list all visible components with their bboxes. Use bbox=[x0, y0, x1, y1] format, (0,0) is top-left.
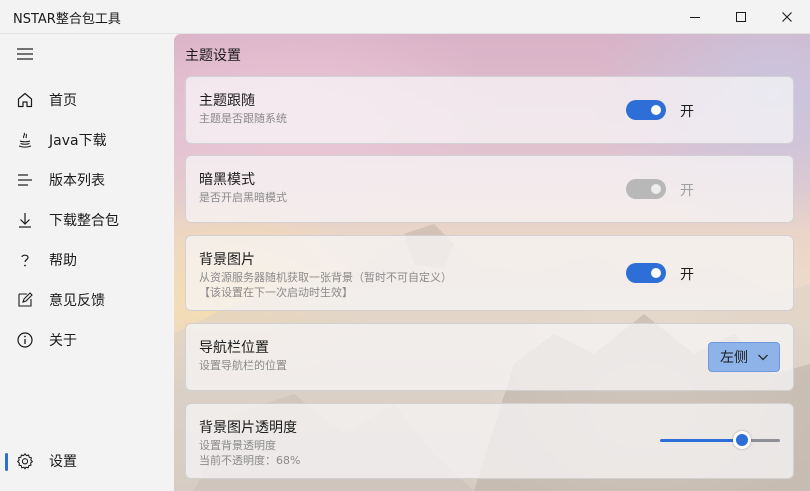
toggle-state-label: 开 bbox=[680, 183, 694, 199]
sidebar-item-settings[interactable]: 设置 bbox=[4, 443, 170, 479]
menu-toggle-button[interactable] bbox=[10, 42, 40, 66]
sidebar-item-java[interactable]: Java下载 bbox=[4, 122, 170, 158]
minimize-icon bbox=[690, 16, 700, 18]
window-title: NSTAR整合包工具 bbox=[13, 12, 121, 27]
sidebar-item-label: 帮助 bbox=[49, 253, 77, 269]
sidebar-item-feedback[interactable]: 意见反馈 bbox=[4, 282, 170, 318]
toggle-state-label: 开 bbox=[680, 267, 694, 283]
settings-panel: 主题设置 主题跟随 主题是否跟随系统 开 暗黑模式 是否开启黑暗模式 开 背景图… bbox=[174, 34, 810, 491]
card-title: 背景图片 bbox=[199, 252, 255, 268]
download-icon bbox=[16, 211, 34, 229]
nav-position-card: 导航栏位置 设置导航栏的位置 左侧 bbox=[185, 323, 794, 391]
card-title: 暗黑模式 bbox=[199, 172, 255, 188]
toggle-knob bbox=[651, 268, 661, 278]
maximize-button[interactable] bbox=[718, 0, 764, 33]
card-title: 导航栏位置 bbox=[199, 340, 269, 356]
dark-mode-card: 暗黑模式 是否开启黑暗模式 开 bbox=[185, 155, 794, 223]
card-description: 设置背景透明度 bbox=[199, 439, 276, 452]
background-image-card: 背景图片 从资源服务器随机获取一张背景（暂时不可自定义） 【该设置在下一次启动时… bbox=[185, 235, 794, 311]
section-title: 主题设置 bbox=[185, 48, 241, 64]
close-button[interactable] bbox=[764, 0, 810, 33]
title-bar[interactable]: NSTAR整合包工具 bbox=[0, 0, 810, 34]
sidebar-item-download-pack[interactable]: 下载整合包 bbox=[4, 202, 170, 238]
sidebar: 首页 Java下载 版本列表 下载整合包 帮助 意见反馈 关于 设置 bbox=[0, 34, 174, 491]
toggle-state-label: 开 bbox=[680, 104, 694, 120]
java-icon bbox=[16, 131, 34, 149]
sidebar-item-label: 下载整合包 bbox=[49, 213, 119, 229]
opacity-slider[interactable] bbox=[660, 431, 780, 449]
opacity-readout: 当前不透明度：68% bbox=[199, 454, 301, 467]
toggle-knob bbox=[651, 105, 661, 115]
slider-thumb-inner bbox=[736, 434, 748, 446]
background-opacity-card: 背景图片透明度 设置背景透明度 当前不透明度：68% bbox=[185, 403, 794, 479]
dropdown-value: 左侧 bbox=[720, 350, 748, 366]
info-icon bbox=[16, 331, 34, 349]
chevron-down-icon bbox=[758, 354, 768, 361]
close-icon bbox=[782, 11, 792, 22]
card-description: 主题是否跟随系统 bbox=[199, 112, 287, 125]
sidebar-item-about[interactable]: 关于 bbox=[4, 322, 170, 358]
card-title: 主题跟随 bbox=[199, 93, 255, 109]
sidebar-item-help[interactable]: 帮助 bbox=[4, 242, 170, 278]
card-title: 背景图片透明度 bbox=[199, 420, 297, 436]
gear-icon bbox=[16, 452, 34, 470]
sidebar-item-label: 意见反馈 bbox=[49, 293, 105, 309]
sidebar-item-label: 设置 bbox=[49, 454, 77, 470]
help-icon bbox=[16, 251, 34, 269]
sidebar-item-label: 关于 bbox=[49, 333, 77, 349]
background-image-toggle[interactable] bbox=[626, 263, 666, 283]
sidebar-item-version-list[interactable]: 版本列表 bbox=[4, 162, 170, 198]
slider-fill bbox=[660, 439, 742, 442]
feedback-icon bbox=[16, 291, 34, 309]
home-icon bbox=[16, 91, 34, 109]
dark-mode-toggle[interactable] bbox=[626, 179, 666, 199]
app-window: NSTAR整合包工具 首页 Java下载 版本列表 下载整合包 帮助 意见反馈 … bbox=[0, 0, 810, 491]
sidebar-item-label: Java下载 bbox=[49, 133, 107, 149]
hamburger-icon bbox=[17, 48, 33, 60]
minimize-button[interactable] bbox=[672, 0, 718, 33]
theme-follow-toggle[interactable] bbox=[626, 100, 666, 120]
slider-thumb[interactable] bbox=[733, 431, 751, 449]
nav-position-dropdown[interactable]: 左侧 bbox=[708, 342, 780, 372]
card-note: 【该设置在下一次启动时生效】 bbox=[199, 286, 353, 299]
toggle-knob bbox=[651, 184, 661, 194]
list-icon bbox=[16, 171, 34, 189]
card-description: 是否开启黑暗模式 bbox=[199, 191, 287, 204]
card-description: 设置导航栏的位置 bbox=[199, 359, 287, 372]
sidebar-item-label: 首页 bbox=[49, 93, 77, 109]
maximize-icon bbox=[736, 11, 746, 22]
active-indicator bbox=[5, 453, 8, 471]
theme-follow-card: 主题跟随 主题是否跟随系统 开 bbox=[185, 76, 794, 144]
sidebar-item-home[interactable]: 首页 bbox=[4, 82, 170, 118]
sidebar-item-label: 版本列表 bbox=[49, 173, 105, 189]
card-description: 从资源服务器随机获取一张背景（暂时不可自定义） bbox=[199, 271, 452, 284]
